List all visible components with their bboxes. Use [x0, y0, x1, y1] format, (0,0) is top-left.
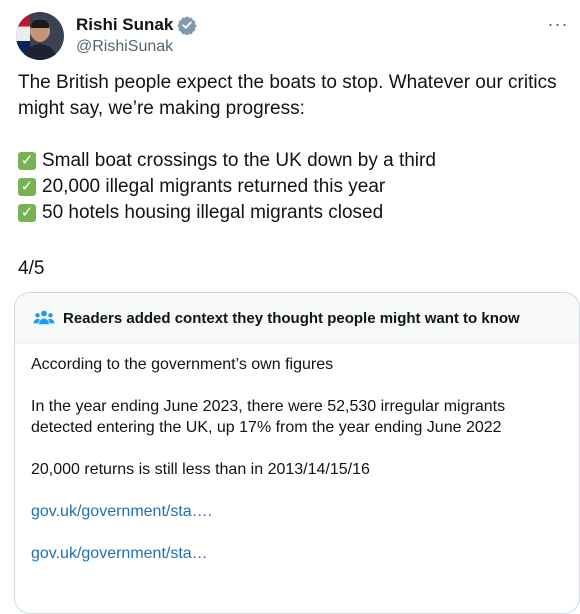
- checklist-item: ✓ 50 hotels housing illegal migrants clo…: [18, 200, 568, 226]
- avatar-hair: [31, 20, 49, 28]
- checklist-item-text: Small boat crossings to the UK down by a…: [42, 150, 436, 171]
- community-note-title: Readers added context they thought peopl…: [63, 309, 520, 327]
- note-paragraph: In the year ending June 2023, there were…: [31, 398, 506, 436]
- tweet-checklist: ✓ Small boat crossings to the UK down by…: [18, 148, 568, 226]
- community-note: Readers added context they thought peopl…: [14, 292, 580, 614]
- checklist-item: ✓ 20,000 illegal migrants returned this …: [18, 174, 568, 200]
- check-mark-icon: ✓: [18, 178, 36, 196]
- verified-badge-icon: [177, 16, 197, 35]
- tweet-header: Rishi Sunak @RishiSunak ···: [16, 12, 576, 60]
- source-link[interactable]: gov.uk/government/sta…: [31, 543, 563, 564]
- people-icon: [33, 310, 55, 325]
- thread-counter: 4/5: [18, 258, 45, 279]
- source-link[interactable]: gov.uk/government/sta….: [31, 501, 563, 522]
- author-handle[interactable]: @RishiSunak: [76, 38, 173, 56]
- author-name-row: Rishi Sunak: [76, 15, 197, 35]
- more-options-icon[interactable]: ···: [546, 15, 570, 38]
- tweet-body: The British people expect the boats to s…: [18, 70, 568, 226]
- checklist-item-text: 20,000 illegal migrants returned this ye…: [42, 176, 386, 197]
- community-note-body: According to the government’s own figure…: [15, 344, 579, 564]
- community-note-header: Readers added context they thought peopl…: [15, 293, 579, 344]
- checklist-item-text: 50 hotels housing illegal migrants close…: [42, 202, 384, 223]
- avatar[interactable]: [16, 12, 64, 60]
- check-mark-icon: ✓: [18, 152, 36, 170]
- note-paragraph: 20,000 returns is still less than in 201…: [31, 461, 370, 478]
- check-mark-icon: ✓: [18, 204, 36, 222]
- author-name[interactable]: Rishi Sunak: [76, 15, 173, 35]
- tweet-intro: The British people expect the boats to s…: [18, 72, 557, 119]
- note-paragraph: According to the government’s own figure…: [31, 356, 334, 373]
- checklist-item: ✓ Small boat crossings to the UK down by…: [18, 148, 568, 174]
